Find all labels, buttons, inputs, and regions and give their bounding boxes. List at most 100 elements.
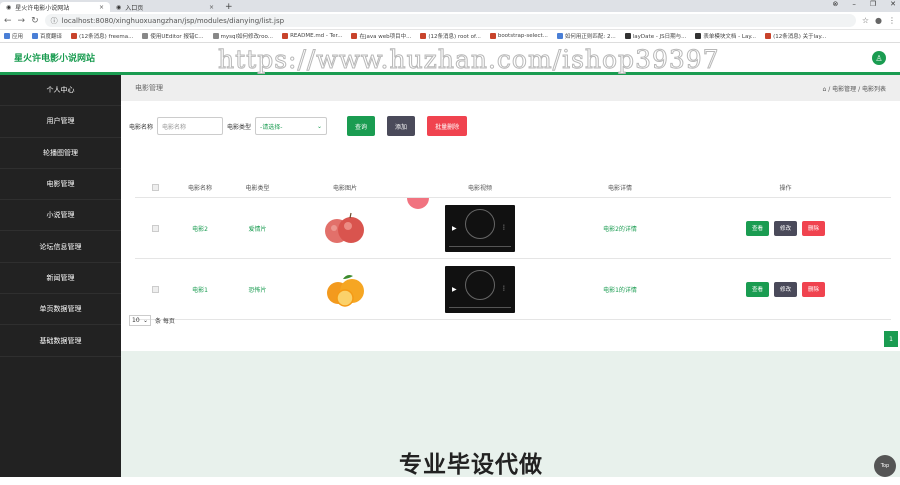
bookmark-label: 表单模块文档 - Lay... [703,34,757,40]
sidebar-item-forum[interactable]: 论坛信息管理 [0,231,121,263]
watermark: https://www.huzhan.com/ishop39397 [218,45,720,75]
promo-area: 专业毕设代做 Top [121,351,900,478]
sidebar-item-pages[interactable]: 单页数据管理 [0,294,121,326]
sidebar-item-users[interactable]: 用户管理 [0,106,121,138]
close-window-icon[interactable]: ✕ [890,0,896,8]
name-label: 电影名称 [129,123,154,131]
view-button[interactable]: 查看 [745,220,769,236]
view-button[interactable]: 查看 [745,281,769,297]
video-player[interactable]: ▶ ⋮ [445,204,515,252]
minimize-icon[interactable]: – [852,0,856,8]
user-avatar-icon[interactable]: ♙ [872,51,886,65]
window-controls: ⊗ – ❐ ✕ [832,0,896,8]
filter-bar: 电影名称 电影名称 电影类型 -请选择- ⌄ 查询 添加 批量删除 [121,101,900,137]
bookmark[interactable]: mysql如何修改roo... [212,32,274,40]
movie-type-select[interactable]: -请选择- ⌄ [255,117,328,135]
batch-delete-button[interactable]: 批量删除 [427,116,468,136]
per-page-label: 条 每页 [155,318,175,325]
bookmark[interactable]: 百度翻译 [32,32,62,40]
bookmark-label: mysql如何修改roo... [220,34,274,40]
bookmark-label: bootstrap-select... [497,33,548,39]
bookmark[interactable]: 表单模块文档 - Lay... [695,32,756,40]
profile-icon[interactable]: ● [875,16,882,25]
row-checkbox[interactable] [151,224,159,232]
movie-name-input[interactable]: 电影名称 [157,117,224,135]
bookmark-label: 百度翻译 [40,34,63,40]
video-player[interactable]: ▶ ⋮ [445,265,515,313]
add-button[interactable]: 添加 [387,116,416,136]
loading-ring [465,269,495,300]
close-icon[interactable]: × [209,4,214,11]
bookmark[interactable]: (12条消息) root of... [420,32,481,40]
bookmark-icon [556,33,563,39]
bookmark-icon [32,33,39,39]
bookmark[interactable]: layDate - JS日期与... [624,32,687,40]
play-icon[interactable]: ▶ [452,286,457,293]
bookmark[interactable]: 如何用正则匹配: 2... [556,32,616,40]
bookmark[interactable]: 使用UEditor 报错C... [142,32,204,40]
bookmark[interactable]: (12条消息) freema... [71,32,133,40]
menu-icon[interactable]: ⋮ [888,16,896,25]
tab-site[interactable]: ◉ 星火许电影小说网站 × [0,2,110,12]
bookmark-label: layDate - JS日期与... [632,34,687,40]
star-icon[interactable]: ☆ [862,16,869,25]
delete-button[interactable]: 删除 [802,281,826,297]
bookmark-label: 应用 [12,34,24,40]
bookmark[interactable]: 应用 [4,32,23,40]
select-all-checkbox[interactable] [151,183,159,191]
bookmarks-bar: 应用 百度翻译 (12条消息) freema... 使用UEditor 报错C.… [0,30,900,43]
tab-label: 星火许电影小说网站 [15,4,70,12]
bookmark[interactable]: (12条消息) 关于lay... [765,32,826,40]
bookmark[interactable]: README.md - Ter... [282,33,342,39]
edit-button[interactable]: 修改 [773,220,797,236]
bookmark-icon [489,33,496,39]
breadcrumb: ⌂ / 电影管理 / 电影列表 [822,85,886,93]
back-to-top-button[interactable]: Top [874,455,896,477]
app-header: 星火许电影小说网站 https://www.huzhan.com/ishop39… [0,43,900,75]
bookmark-label: 使用UEditor 报错C... [150,34,204,40]
chevron-down-icon: ⌄ [142,317,148,324]
bookmark-icon [282,33,289,39]
more-icon[interactable]: ⋮ [501,285,507,292]
play-icon[interactable]: ▶ [452,225,457,232]
header-actions: 操作 [779,184,792,192]
sidebar-item-novels[interactable]: 小说管理 [0,200,121,232]
url-input[interactable]: ⓘ localhost:8080/xinghuoxuangzhan/jsp/mod… [44,14,856,27]
close-icon[interactable]: × [99,4,104,11]
movie-name: 电影1 [192,286,208,294]
bookmark-label: (12条消息) 关于lay... [773,34,827,40]
delete-button[interactable]: 删除 [802,220,826,236]
video-progress[interactable] [449,306,511,308]
sidebar-item-carousel[interactable]: 轮播图管理 [0,138,121,169]
video-progress[interactable] [449,245,511,247]
chevron-down-icon: ⌄ [317,122,323,130]
sidebar-item-news[interactable]: 新闻管理 [0,263,121,295]
page-header: 电影管理 ⌂ / 电影管理 / 电影列表 [121,75,900,101]
maximize-icon[interactable]: ❐ [870,0,876,8]
page-number-button[interactable]: 1 [884,331,898,347]
sidebar-item-personal[interactable]: 个人中心 [0,75,121,107]
page-size-select[interactable]: 10 ⌄ [129,315,151,326]
reload-icon[interactable]: ↻ [31,16,39,26]
forward-icon[interactable]: → [18,16,26,26]
new-tab-icon[interactable]: + [220,2,238,12]
bookmark[interactable]: bootstrap-select... [489,33,548,39]
edit-button[interactable]: 修改 [773,281,797,297]
bookmark-label: (12条消息) freema... [79,34,134,40]
search-button[interactable]: 查询 [347,116,376,136]
back-icon[interactable]: ← [4,16,12,26]
tab-entry[interactable]: ◉ 入口页 × [110,2,220,12]
sidebar-item-basedata[interactable]: 基础数据管理 [0,325,121,357]
address-bar: ← → ↻ ⓘ localhost:8080/xinghuoxuangzhan/j… [0,12,900,30]
record-icon[interactable]: ⊗ [832,0,838,8]
sidebar-item-movies[interactable]: 电影管理 [0,169,121,201]
bookmark-label: 如何用正则匹配: 2... [564,34,616,40]
page-title: 电影管理 [135,84,163,92]
more-icon[interactable]: ⋮ [501,224,507,231]
bookmark[interactable]: 在java web项目中... [351,32,411,40]
bookmark-icon [420,33,427,39]
row-checkbox[interactable] [151,285,159,293]
list-panel: 电影名称 电影名称 电影类型 -请选择- ⌄ 查询 添加 批量删除 电影名称 电影… [121,101,900,351]
movie-type: 恐怖片 [248,286,267,294]
video-cell: ▶ ⋮ [400,265,560,313]
